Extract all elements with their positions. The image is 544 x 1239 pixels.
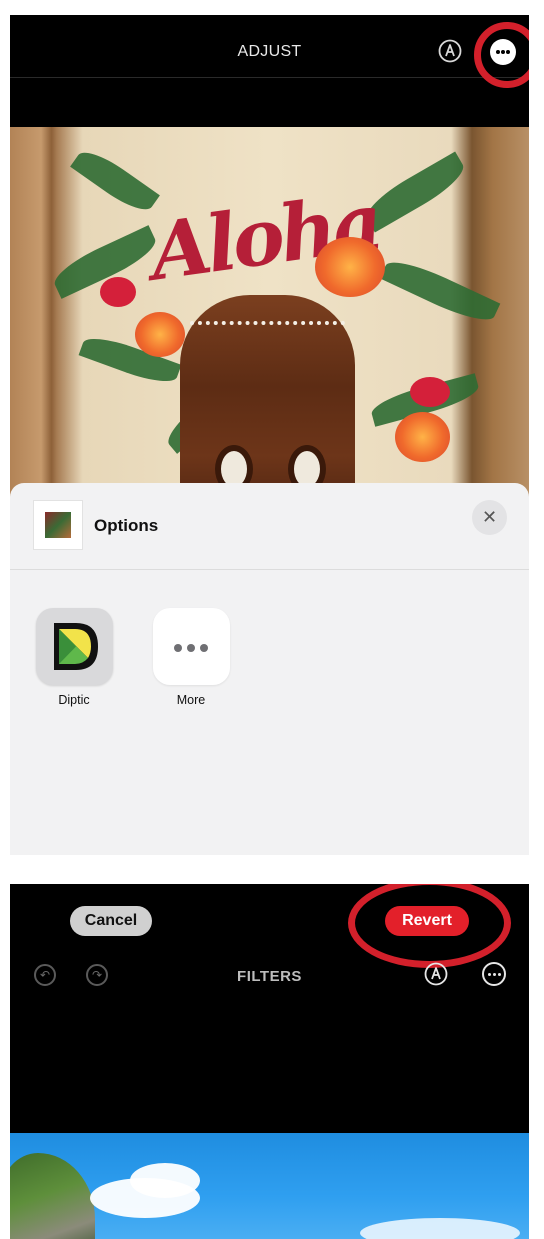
photo-sky (10, 1133, 529, 1239)
screenshot-filters: Cancel Revert ↶ ↷ FILTERS (10, 884, 529, 1239)
cancel-button[interactable]: Cancel (70, 906, 152, 936)
options-sheet: Options ✕ Diptic More (10, 483, 529, 855)
diptic-app-icon[interactable] (35, 608, 113, 685)
markup-pen-icon[interactable] (438, 39, 462, 63)
app-label-diptic: Diptic (58, 693, 90, 707)
app-label-more: More (176, 693, 206, 707)
divider (10, 77, 529, 78)
markup-pen-icon[interactable] (424, 962, 448, 986)
more-ellipsis-icon[interactable] (152, 608, 230, 685)
page-title: FILTERS (237, 968, 302, 985)
screenshot-adjust: ADJUST Aloha Options ✕ Diptic More (10, 15, 529, 855)
app-more[interactable]: More (151, 608, 231, 707)
top-bar: ADJUST (10, 15, 529, 90)
more-ellipsis-icon[interactable] (482, 962, 506, 986)
divider (10, 569, 529, 570)
sheet-title: Options (94, 516, 159, 535)
cliff (10, 1153, 95, 1239)
photo-tiki: Aloha (10, 127, 529, 507)
highlight-circle (348, 884, 511, 968)
photo-thumbnail (34, 501, 82, 549)
close-button[interactable]: ✕ (472, 500, 507, 535)
tiki-mask (180, 295, 355, 507)
app-diptic[interactable]: Diptic (34, 608, 114, 707)
